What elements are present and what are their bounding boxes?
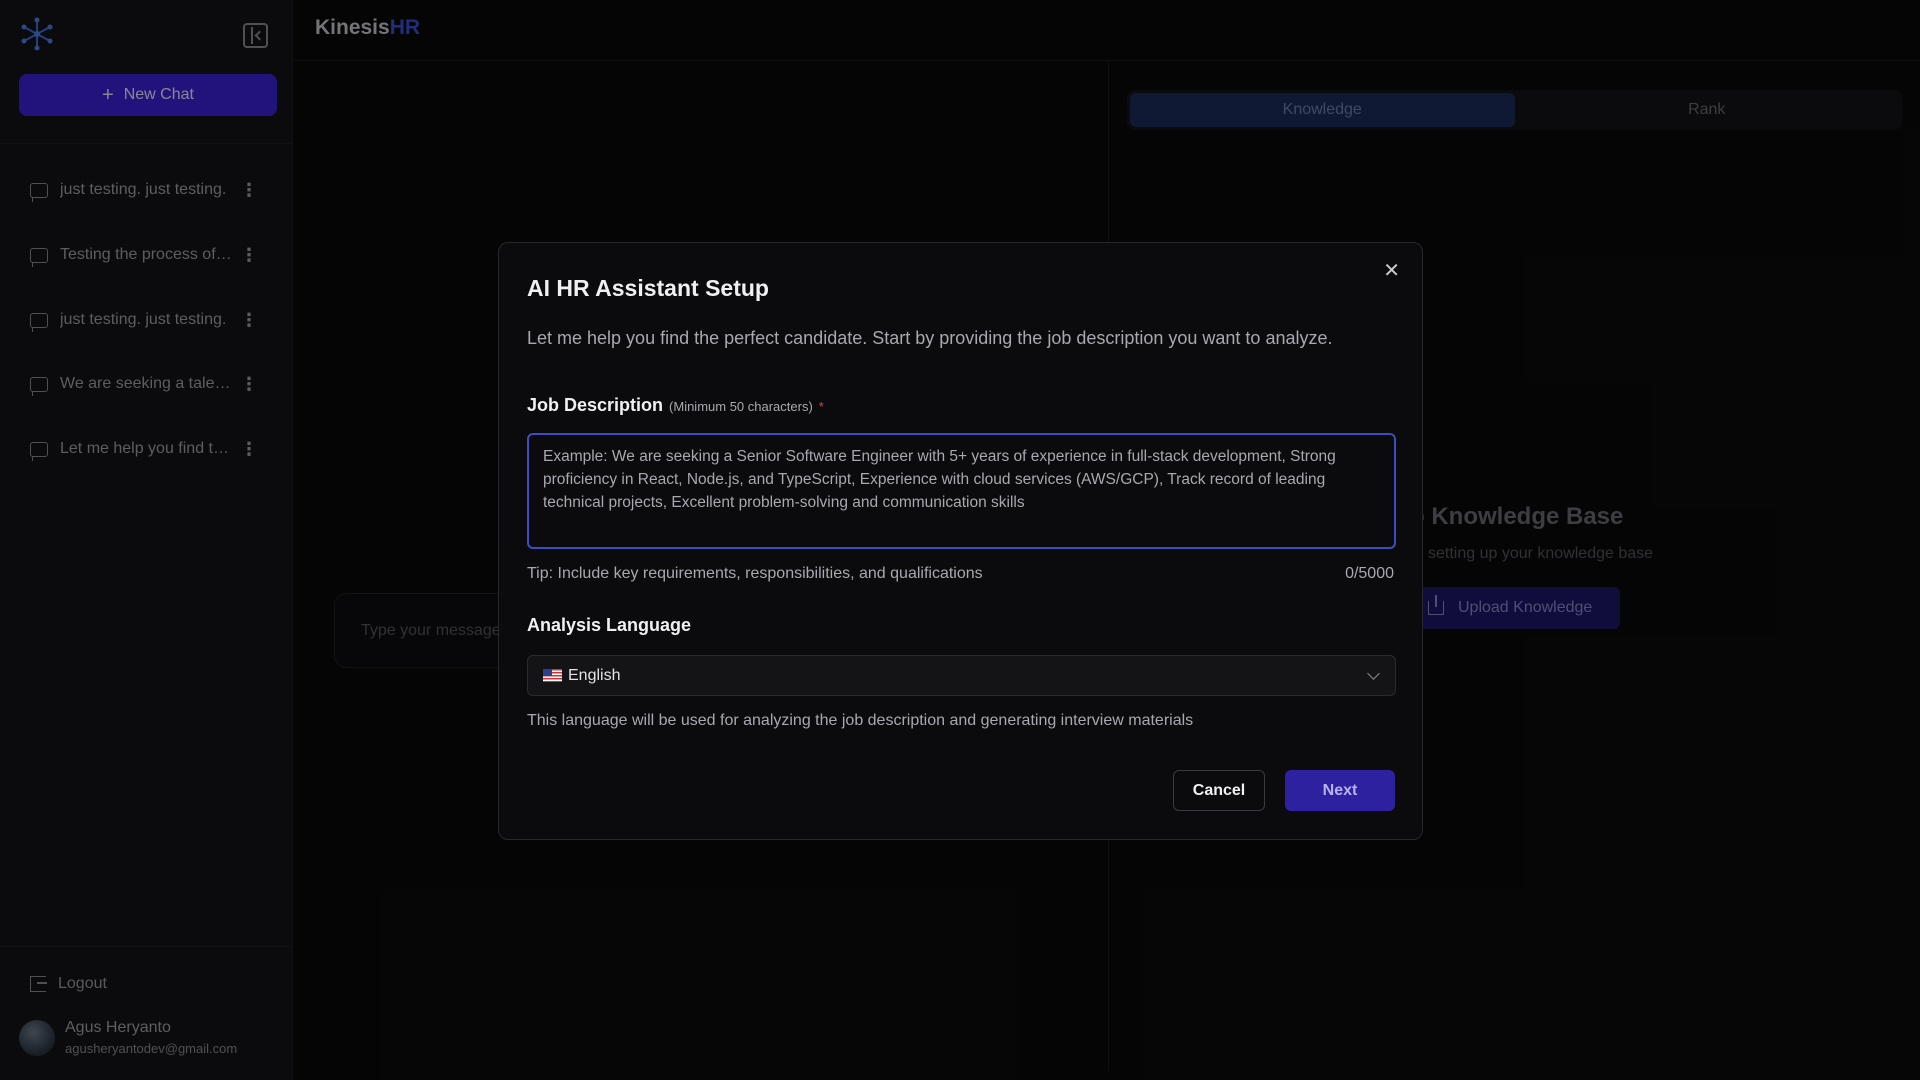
job-description-label: Job Description (Minimum 50 characters) *	[527, 395, 824, 416]
us-flag-icon	[543, 669, 562, 682]
job-description-tip: Tip: Include key requirements, responsib…	[527, 565, 983, 582]
required-marker: *	[818, 399, 824, 414]
character-count: 0/5000	[1345, 565, 1394, 582]
modal-description: Let me help you find the perfect candida…	[527, 328, 1333, 348]
selected-language: English	[568, 666, 621, 684]
job-description-textarea[interactable]	[527, 433, 1396, 549]
analysis-language-label: Analysis Language	[527, 615, 692, 635]
job-description-label-text: Job Description	[527, 395, 664, 415]
analysis-language-note: This language will be used for analyzing…	[527, 712, 1194, 729]
setup-modal: ✕ AI HR Assistant Setup Let me help you …	[498, 242, 1423, 840]
analysis-language-select[interactable]: English	[527, 655, 1396, 696]
job-description-min-note: (Minimum 50 characters)	[669, 399, 813, 414]
chevron-down-icon	[1367, 667, 1380, 680]
modal-title: AI HR Assistant Setup	[527, 275, 769, 301]
cancel-button[interactable]: Cancel	[1173, 770, 1265, 811]
next-button[interactable]: Next	[1285, 770, 1395, 811]
close-icon[interactable]: ✕	[1383, 261, 1400, 281]
